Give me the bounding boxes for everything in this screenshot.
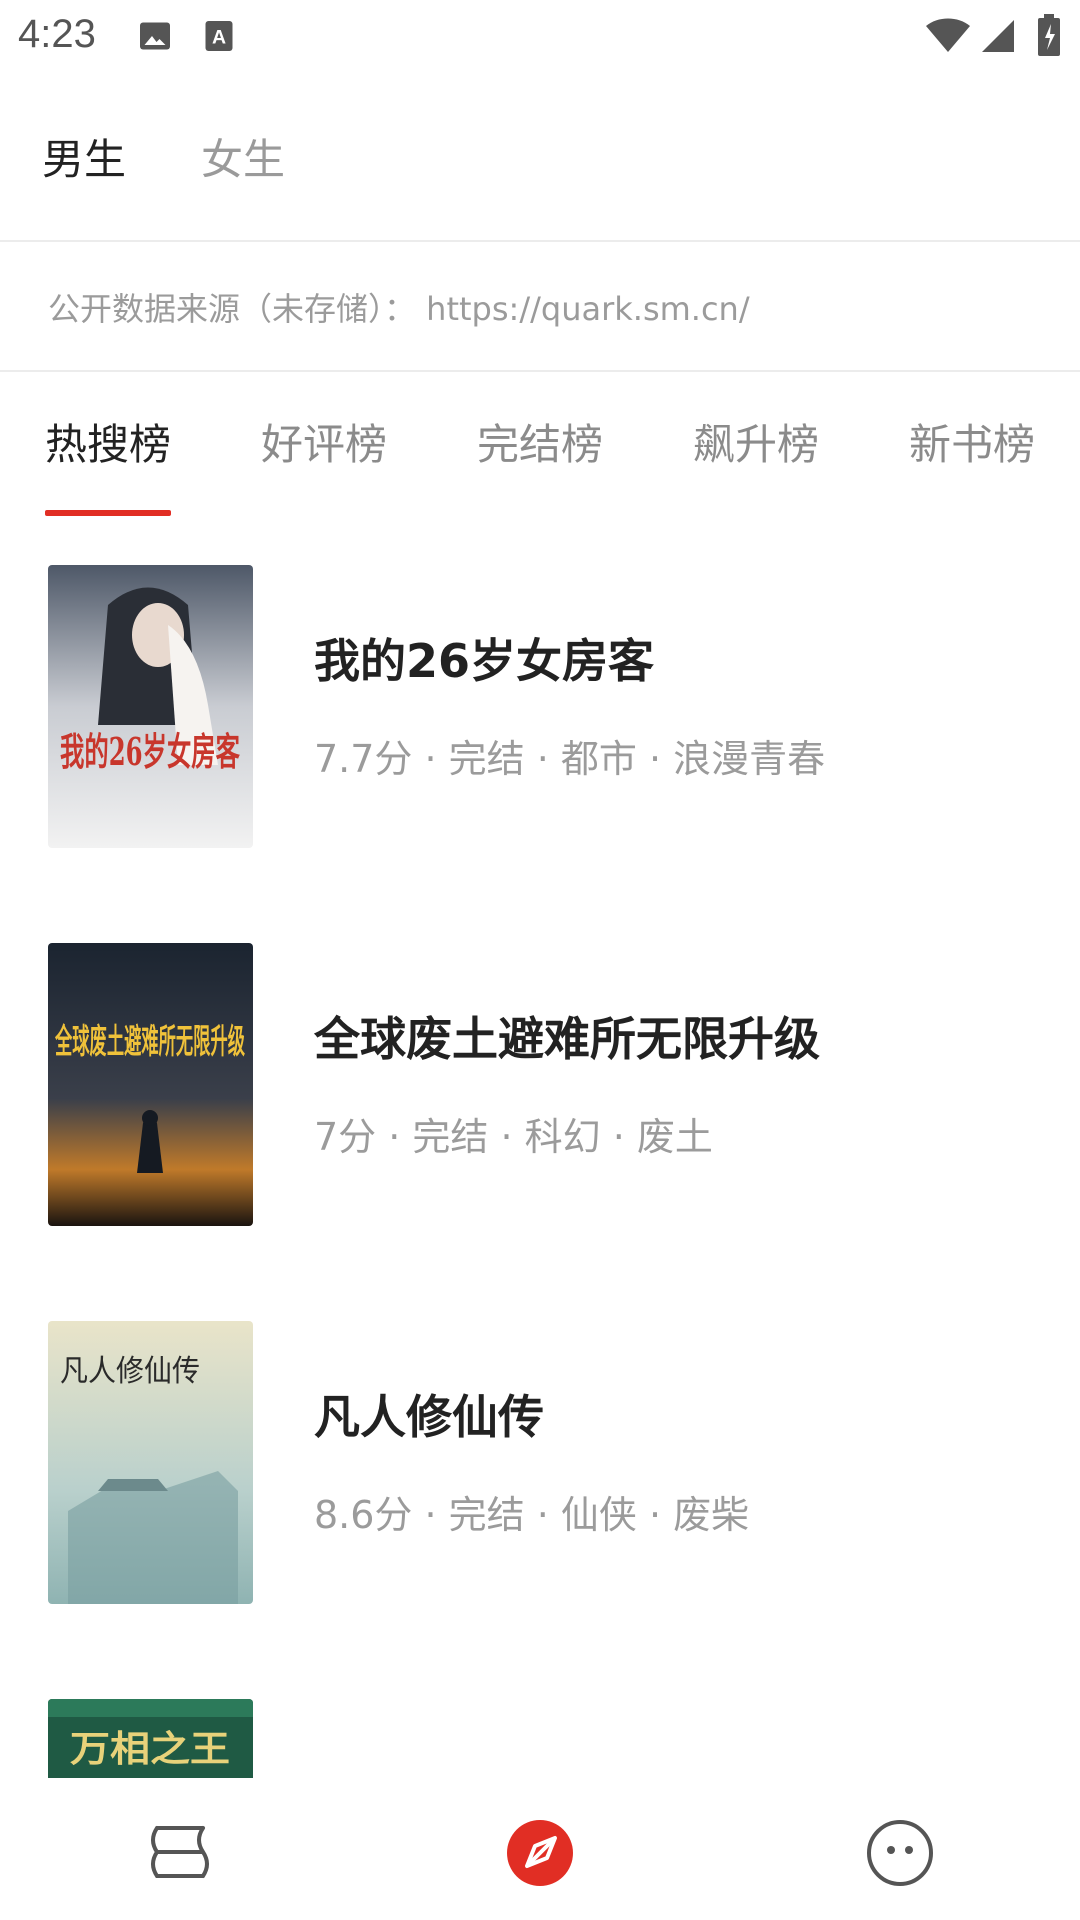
cover-title: 凡人修仙传 [60, 1354, 200, 1389]
face-icon[interactable] [865, 1818, 935, 1888]
bookshelf-icon[interactable] [145, 1818, 215, 1888]
book-title: 全球废土避难所无限升级 [314, 1012, 820, 1066]
bottom-navigation [0, 1778, 1080, 1920]
book-item[interactable]: 万相之王 [0, 1699, 1080, 1778]
image-icon [137, 18, 173, 58]
book-title: 凡人修仙传 [314, 1390, 544, 1444]
cover-title: 全球废土避难所无限升级 [54, 1022, 245, 1062]
tab-completed[interactable]: 完结榜 [477, 410, 603, 480]
cover-title: 我的26岁女房客 [60, 729, 240, 774]
book-cover: 万相之王 [48, 1699, 253, 1778]
tab-hot-search[interactable]: 热搜榜 [45, 410, 171, 480]
data-source-text: 公开数据来源（未存储）： https://quark.sm.cn/ [48, 290, 750, 328]
cover-title: 万相之王 [70, 1728, 230, 1770]
active-tab-indicator [45, 510, 171, 516]
book-item[interactable]: 我的26岁女房客 我的26岁女房客 7.7分 · 完结 · 都市 · 浪漫青春 [0, 565, 1080, 850]
divider [0, 370, 1080, 372]
compass-icon[interactable] [505, 1818, 575, 1888]
tab-new-books[interactable]: 新书榜 [909, 410, 1035, 480]
status-bar: 4:23 A [0, 0, 1080, 72]
book-cover: 全球废土避难所无限升级 [48, 943, 253, 1226]
tab-top-rated[interactable]: 好评榜 [261, 410, 387, 480]
svg-text:A: A [212, 27, 226, 49]
tab-male[interactable]: 男生 [42, 120, 126, 200]
signal-icon [980, 18, 1016, 58]
book-meta: 7分 · 完结 · 科幻 · 废土 [314, 1115, 713, 1159]
status-time: 4:23 [18, 12, 96, 56]
tab-rising[interactable]: 飙升榜 [693, 410, 819, 480]
tab-female[interactable]: 女生 [201, 120, 285, 200]
book-meta: 8.6分 · 完结 · 仙侠 · 废柴 [314, 1493, 750, 1537]
battery-charging-icon [1037, 14, 1061, 60]
divider [0, 240, 1080, 242]
book-title: 我的26岁女房客 [314, 634, 655, 688]
book-meta: 7.7分 · 完结 · 都市 · 浪漫青春 [314, 737, 826, 781]
ranking-tabs: 热搜榜 好评榜 完结榜 飙升榜 新书榜 [0, 410, 1080, 520]
book-item[interactable]: 全球废土避难所无限升级 全球废土避难所无限升级 7分 · 完结 · 科幻 · 废… [0, 943, 1080, 1228]
book-item[interactable]: 凡人修仙传 凡人修仙传 8.6分 · 完结 · 仙侠 · 废柴 [0, 1321, 1080, 1606]
book-cover: 我的26岁女房客 [48, 565, 253, 848]
font-download-icon: A [203, 18, 235, 58]
gender-tabs: 男生 女生 [42, 120, 285, 200]
wifi-icon [925, 18, 971, 58]
book-cover: 凡人修仙传 [48, 1321, 253, 1604]
